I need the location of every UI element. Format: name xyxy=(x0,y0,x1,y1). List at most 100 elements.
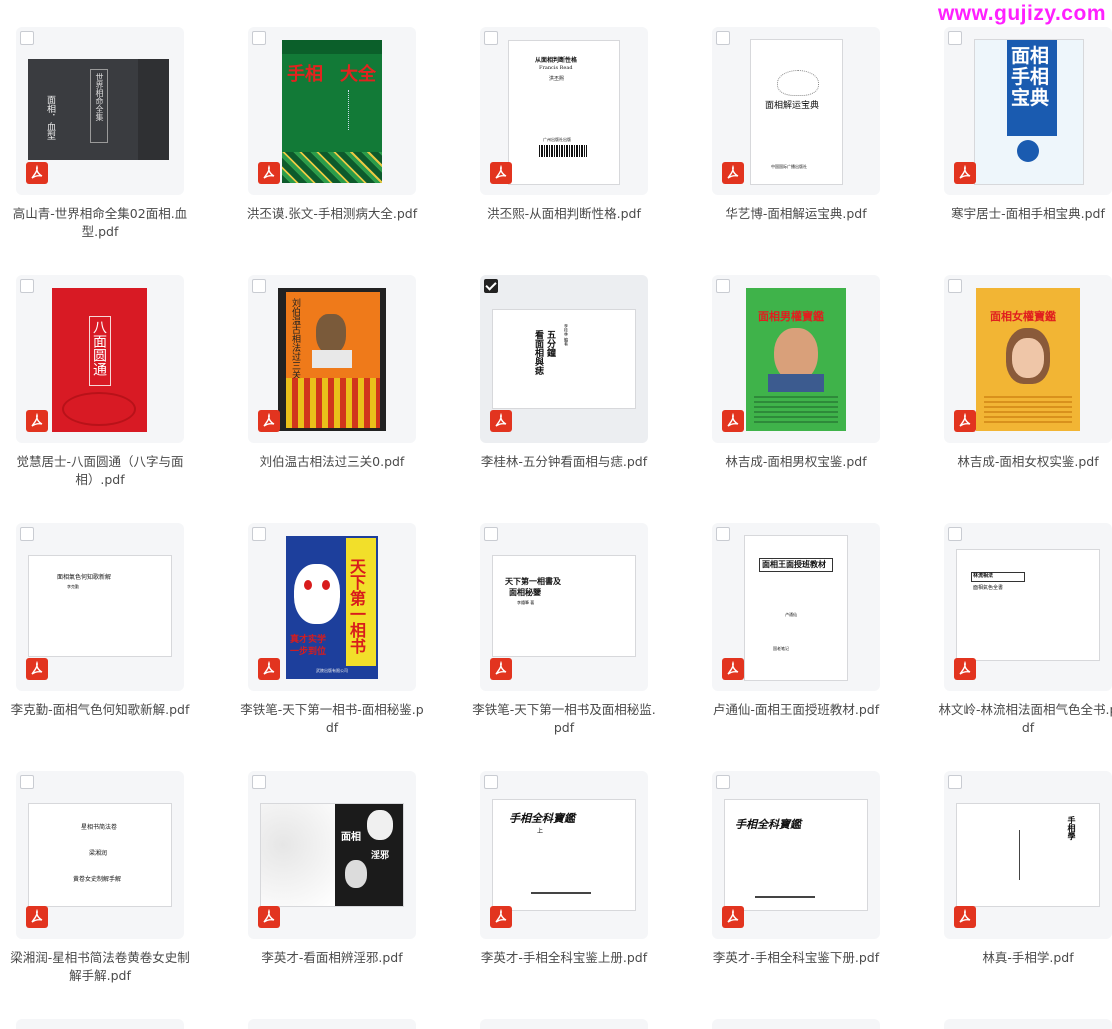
pdf-icon xyxy=(26,658,48,680)
thumbnail[interactable]: 八面圆通 xyxy=(16,275,184,443)
select-checkbox[interactable] xyxy=(716,279,730,293)
book-cover: 面相女權寶鑑 xyxy=(976,288,1080,431)
pdf-icon xyxy=(26,906,48,928)
file-tile-partial[interactable] xyxy=(248,1019,416,1029)
file-name[interactable]: 刘伯温古相法过三关0.pdf xyxy=(240,453,424,471)
file-name[interactable]: 李英才-手相全科宝鉴上册.pdf xyxy=(472,949,656,967)
pdf-icon xyxy=(26,162,48,184)
thumbnail[interactable]: 星相书简法卷 梁湘润 黄卷女史制解手解 xyxy=(16,771,184,939)
file-name[interactable]: 卢通仙-面相王面授班教材.pdf xyxy=(704,701,888,719)
file-name[interactable]: 李克勤-面相气色何知歌新解.pdf xyxy=(8,701,192,719)
file-tile-partial[interactable] xyxy=(712,1019,880,1029)
select-checkbox[interactable] xyxy=(716,775,730,789)
pdf-icon xyxy=(722,162,744,184)
pdf-icon xyxy=(722,658,744,680)
book-cover: 刘伯温古相法过三关 xyxy=(278,288,386,431)
thumbnail[interactable]: 面相 手相 宝典 xyxy=(944,27,1112,195)
select-checkbox[interactable] xyxy=(948,775,962,789)
book-cover: 从面相判断性格 Francis Read 洪丕熙 广州出版社出版 xyxy=(508,40,620,185)
select-checkbox[interactable] xyxy=(948,31,962,45)
file-name[interactable]: 林真-手相学.pdf xyxy=(936,949,1112,967)
book-cover: 世界相命全集 面相．血型 xyxy=(28,59,169,160)
pdf-icon xyxy=(490,410,512,432)
select-checkbox[interactable] xyxy=(252,527,266,541)
thumbnail[interactable]: 手相全科寶鑑 xyxy=(712,771,880,939)
thumbnail[interactable]: 手相學 xyxy=(944,771,1112,939)
file-name[interactable]: 洪丕熙-从面相判断性格.pdf xyxy=(472,205,656,223)
select-checkbox[interactable] xyxy=(948,279,962,293)
pdf-icon xyxy=(954,658,976,680)
select-checkbox[interactable] xyxy=(484,527,498,541)
thumbnail[interactable]: 面相解运宝典 中国国际广播出版社 xyxy=(712,27,880,195)
pdf-icon xyxy=(490,906,512,928)
file-name[interactable]: 林吉成-面相女权实鉴.pdf xyxy=(936,453,1112,471)
book-cover: 天下第一相書及 面相秘鑒 李鐵筆 著 xyxy=(492,555,636,657)
thumbnail[interactable]: 面相王面授班教材 卢通仙 国老笔记 xyxy=(712,523,880,691)
thumbnail[interactable]: 林流相法 面相氣色全書 xyxy=(944,523,1112,691)
book-cover: 手相全科寶鑑 xyxy=(724,799,868,911)
pdf-icon xyxy=(258,410,280,432)
file-name[interactable]: 洪丕谟.张文-手相测病大全.pdf xyxy=(240,205,424,223)
pdf-icon xyxy=(490,162,512,184)
thumbnail[interactable]: 从面相判断性格 Francis Read 洪丕熙 广州出版社出版 xyxy=(480,27,648,195)
thumbnail[interactable]: 手相 大全 xyxy=(248,27,416,195)
book-cover: 面相 手相 宝典 xyxy=(974,39,1084,185)
pdf-icon xyxy=(722,906,744,928)
select-checkbox[interactable] xyxy=(20,527,34,541)
file-tile-partial[interactable] xyxy=(16,1019,184,1029)
select-checkbox[interactable] xyxy=(716,31,730,45)
file-name[interactable]: 李铁笔-天下第一相书-面相秘鉴.pdf xyxy=(240,701,424,737)
file-name[interactable]: 觉慧居士-八面圆通（八字与面相）.pdf xyxy=(8,453,192,489)
thumbnail[interactable]: 手相全科寶鑑 上 xyxy=(480,771,648,939)
select-checkbox[interactable] xyxy=(20,279,34,293)
select-checkbox[interactable] xyxy=(252,775,266,789)
select-checkbox[interactable] xyxy=(484,775,498,789)
select-checkbox[interactable] xyxy=(484,31,498,45)
select-checkbox[interactable] xyxy=(948,527,962,541)
book-cover: 林流相法 面相氣色全書 xyxy=(956,549,1100,661)
file-name[interactable]: 李英才-手相全科宝鉴下册.pdf xyxy=(704,949,888,967)
thumbnail[interactable]: 面相氣色何知歌新解 李克勤 xyxy=(16,523,184,691)
pdf-icon xyxy=(258,162,280,184)
file-tile-partial[interactable] xyxy=(480,1019,648,1029)
book-cover: 面相男權寶鑑 xyxy=(746,288,846,431)
book-cover: 面相 淫邪 xyxy=(260,803,404,907)
file-name[interactable]: 李英才-看面相辨淫邪.pdf xyxy=(240,949,424,967)
file-name[interactable]: 梁湘润-星相书简法卷黄卷女史制解手解.pdf xyxy=(8,949,192,985)
thumbnail[interactable]: 天下第一相书 真才实学 一步到位 武陵出版有限公司 xyxy=(248,523,416,691)
thumbnail[interactable]: 面相女權寶鑑 xyxy=(944,275,1112,443)
thumbnail[interactable]: 天下第一相書及 面相秘鑒 李鐵筆 著 xyxy=(480,523,648,691)
book-cover: 手相全科寶鑑 上 xyxy=(492,799,636,911)
select-checkbox[interactable] xyxy=(252,279,266,293)
thumbnail[interactable]: 世界相命全集 面相．血型 xyxy=(16,27,184,195)
file-name[interactable]: 林吉成-面相男权宝鉴.pdf xyxy=(704,453,888,471)
file-name[interactable]: 寒宇居士-面相手相宝典.pdf xyxy=(936,205,1112,223)
select-checkbox[interactable] xyxy=(20,31,34,45)
file-name[interactable]: 李桂林-五分钟看面相与痣.pdf xyxy=(472,453,656,471)
file-name[interactable]: 李铁笔-天下第一相书及面相秘监.pdf xyxy=(472,701,656,737)
watermark-text: www.gujizy.com xyxy=(937,2,1106,25)
book-cover: 五分鐘 看面相與痣 李桂林 編著 xyxy=(492,309,636,409)
select-checkbox[interactable] xyxy=(20,775,34,789)
pdf-icon xyxy=(954,162,976,184)
thumbnail[interactable]: 刘伯温古相法过三关 xyxy=(248,275,416,443)
pdf-icon xyxy=(954,906,976,928)
book-cover: 八面圆通 xyxy=(52,288,147,432)
select-checkbox[interactable] xyxy=(716,527,730,541)
thumbnail[interactable]: 面相 淫邪 xyxy=(248,771,416,939)
pdf-icon xyxy=(258,658,280,680)
select-checkbox[interactable] xyxy=(484,279,498,293)
select-checkbox[interactable] xyxy=(252,31,266,45)
file-tile-partial[interactable] xyxy=(944,1019,1112,1029)
file-name[interactable]: 高山青-世界相命全集02面相.血型.pdf xyxy=(8,205,192,241)
book-cover: 手相學 xyxy=(956,803,1100,907)
pdf-icon xyxy=(490,658,512,680)
thumbnail[interactable]: 面相男權寶鑑 xyxy=(712,275,880,443)
pdf-icon xyxy=(954,410,976,432)
book-cover: 天下第一相书 真才实学 一步到位 武陵出版有限公司 xyxy=(286,536,378,679)
book-cover: 面相氣色何知歌新解 李克勤 xyxy=(28,555,172,657)
file-name[interactable]: 华艺博-面相解运宝典.pdf xyxy=(704,205,888,223)
thumbnail[interactable]: 五分鐘 看面相與痣 李桂林 編著 xyxy=(480,275,648,443)
file-name[interactable]: 林文岭-林流相法面相气色全书.pdf xyxy=(936,701,1112,737)
book-cover: 手相 大全 xyxy=(282,40,382,183)
